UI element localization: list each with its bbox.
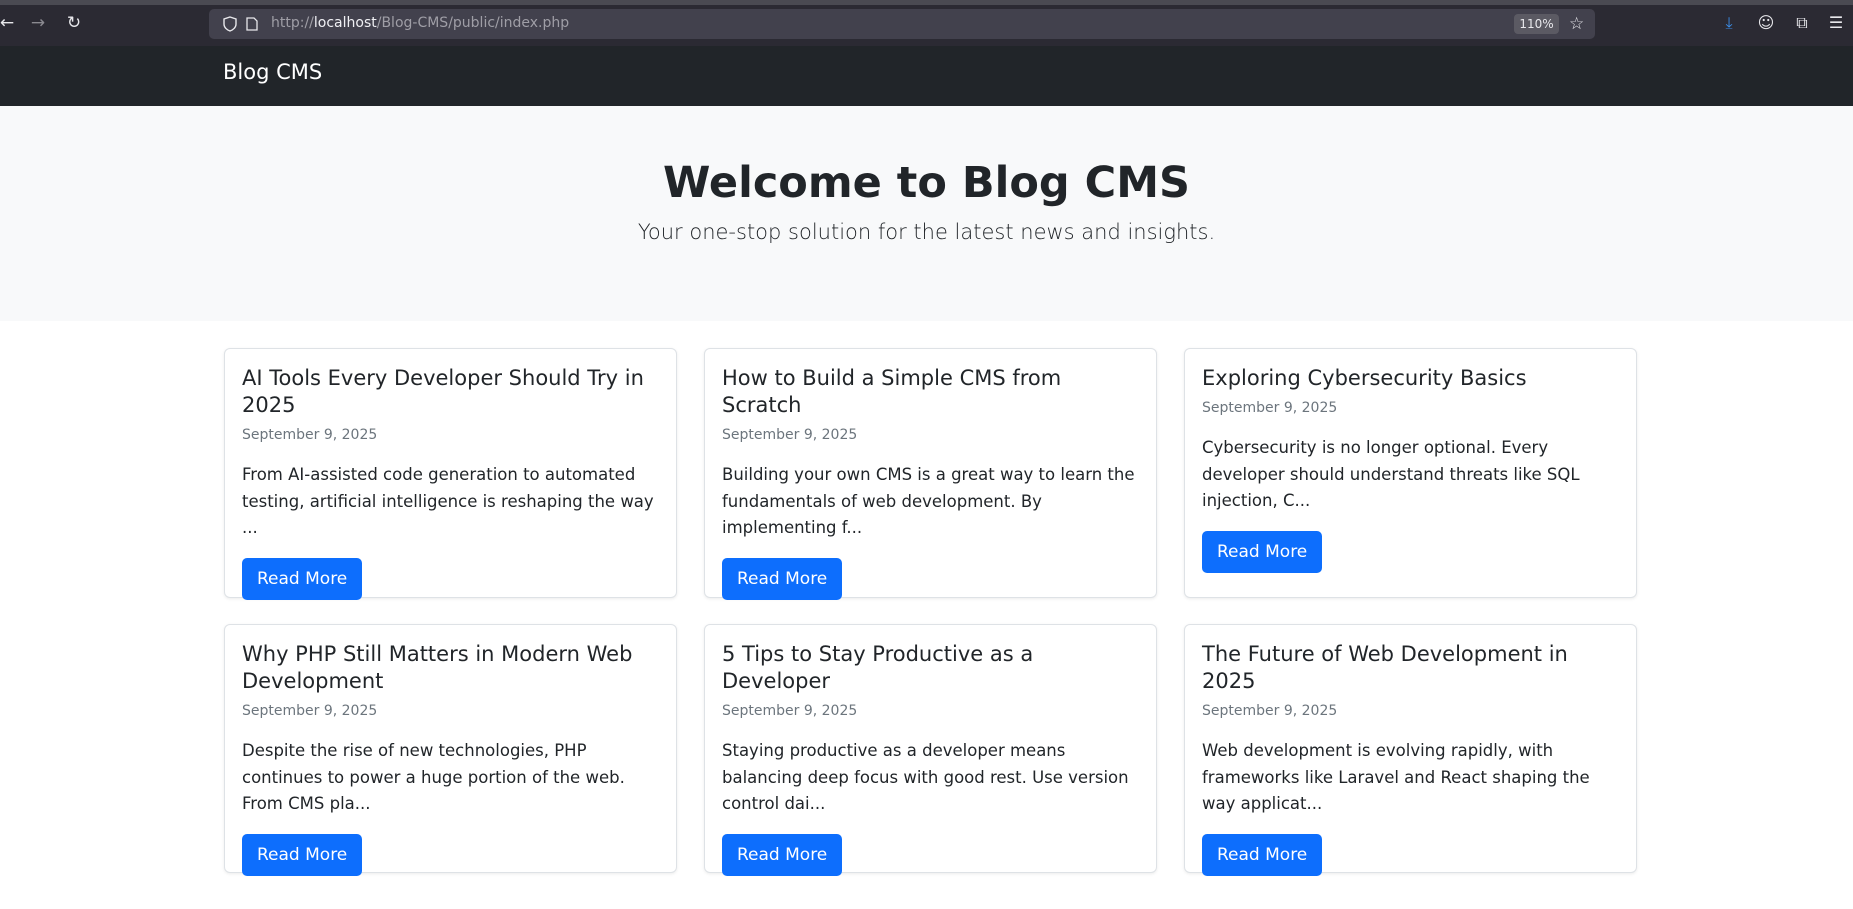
post-title: AI Tools Every Developer Should Try in 2… xyxy=(242,366,644,417)
post-excerpt: Despite the rise of new technologies, PH… xyxy=(242,741,625,813)
extensions-icon[interactable]: ⧉ xyxy=(1791,12,1813,34)
url-host: localhost xyxy=(313,15,377,31)
read-more-button[interactable]: Read More xyxy=(1202,530,1323,573)
shield-icon[interactable] xyxy=(223,16,237,32)
page-info-icon[interactable] xyxy=(246,17,258,31)
post-title: 5 Tips to Stay Productive as a Developer xyxy=(722,642,1034,693)
post-date: September 9, 2025 xyxy=(722,427,858,443)
post-date: September 9, 2025 xyxy=(1202,400,1338,416)
url-text[interactable]: http://localhost/Blog-CMS/public/index.p… xyxy=(271,15,569,31)
browser-toolbar: ← → ↻ http://localhost/Blog-CMS/public/i… xyxy=(0,0,1853,46)
post-title: Why PHP Still Matters in Modern Web Deve… xyxy=(242,642,633,693)
post-excerpt: Cybersecurity is no longer optional. Eve… xyxy=(1202,438,1580,510)
read-more-button[interactable]: Read More xyxy=(242,557,363,600)
read-more-button[interactable]: Read More xyxy=(722,557,843,600)
post-title: The Future of Web Development in 2025 xyxy=(1202,642,1568,693)
site-navbar: Blog CMS xyxy=(0,46,1853,106)
address-bar[interactable]: http://localhost/Blog-CMS/public/index.p… xyxy=(209,9,1595,39)
url-path: /Blog-CMS/public/index.php xyxy=(376,15,570,31)
post-excerpt: From AI-assisted code generation to auto… xyxy=(242,465,654,537)
post-date: September 9, 2025 xyxy=(242,427,378,443)
post-card: Why PHP Still Matters in Modern Web Deve… xyxy=(224,624,677,876)
post-card: AI Tools Every Developer Should Try in 2… xyxy=(224,348,677,600)
hero-section: Welcome to Blog CMS Your one-stop soluti… xyxy=(0,106,1853,321)
hero-subtitle: Your one-stop solution for the latest ne… xyxy=(637,220,1216,244)
post-date: September 9, 2025 xyxy=(242,703,378,719)
forward-arrow-icon[interactable]: → xyxy=(27,12,49,34)
post-card: Exploring Cybersecurity Basics September… xyxy=(1184,348,1637,598)
navbar-brand[interactable]: Blog CMS xyxy=(223,60,322,84)
post-card: 5 Tips to Stay Productive as a Developer… xyxy=(704,624,1157,876)
read-more-button[interactable]: Read More xyxy=(722,833,843,876)
tab-strip-edge xyxy=(0,0,1853,5)
post-card: The Future of Web Development in 2025 Se… xyxy=(1184,624,1637,876)
post-card: How to Build a Simple CMS from Scratch S… xyxy=(704,348,1157,600)
menu-icon[interactable]: ☰ xyxy=(1825,12,1847,34)
post-excerpt: Staying productive as a developer means … xyxy=(722,741,1129,813)
post-title: Exploring Cybersecurity Basics xyxy=(1202,366,1527,390)
post-excerpt: Web development is evolving rapidly, wit… xyxy=(1202,741,1590,813)
post-date: September 9, 2025 xyxy=(722,703,858,719)
zoom-level-badge[interactable]: 110% xyxy=(1514,14,1559,34)
bookmark-star-icon[interactable]: ☆ xyxy=(1569,14,1584,34)
post-date: September 9, 2025 xyxy=(1202,703,1338,719)
post-title: How to Build a Simple CMS from Scratch xyxy=(722,366,1062,417)
download-icon[interactable]: ⤓ xyxy=(1718,12,1740,34)
account-icon[interactable]: ☺ xyxy=(1755,12,1777,34)
post-excerpt: Building your own CMS is a great way to … xyxy=(722,465,1135,537)
reload-icon[interactable]: ↻ xyxy=(63,12,85,34)
read-more-button[interactable]: Read More xyxy=(1202,833,1323,876)
read-more-button[interactable]: Read More xyxy=(242,833,363,876)
hero-title: Welcome to Blog CMS xyxy=(663,158,1190,208)
url-prefix: http:// xyxy=(271,15,314,31)
back-arrow-icon[interactable]: ← xyxy=(0,12,18,34)
